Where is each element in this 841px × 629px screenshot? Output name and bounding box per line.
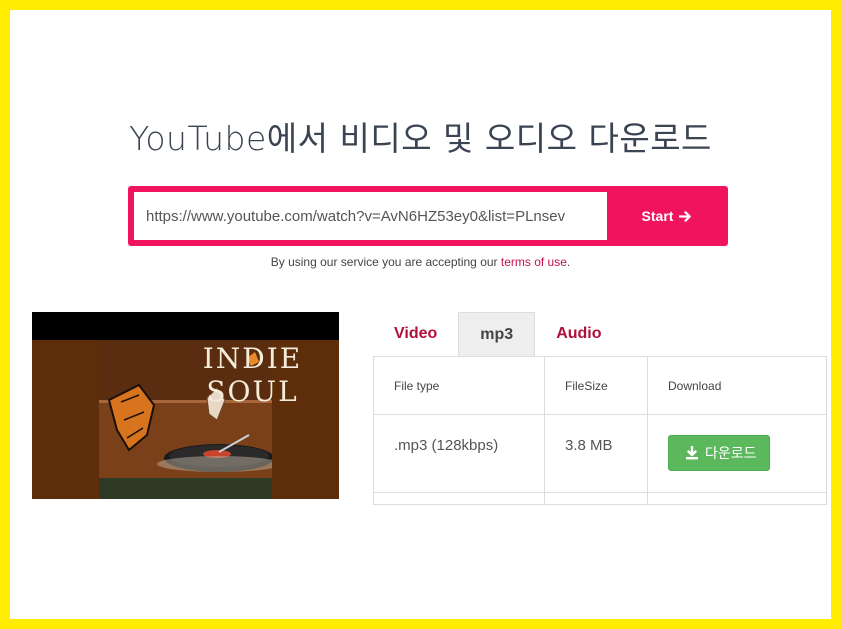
download-icon bbox=[686, 446, 698, 460]
start-button[interactable]: Start bbox=[612, 192, 722, 240]
album-cover: INDIE SOUL bbox=[99, 340, 300, 499]
table-row: .mp3 (128kbps) 3.8 MB 다운로드 bbox=[373, 414, 827, 493]
cell-download: 다운로드 bbox=[647, 414, 827, 493]
page-title: YouTube에서 비디오 및 오디오 다운로드 bbox=[129, 119, 712, 158]
arrow-right-icon bbox=[679, 210, 692, 222]
download-button[interactable]: 다운로드 bbox=[668, 435, 770, 471]
url-input[interactable] bbox=[134, 192, 607, 240]
header-download: Download bbox=[647, 356, 827, 415]
tab-mp3[interactable]: mp3 bbox=[458, 312, 536, 356]
page-frame: YouTube에서 비디오 및 오디오 다운로드 Start By using … bbox=[10, 10, 831, 619]
terms-notice: By using our service you are accepting o… bbox=[10, 255, 831, 269]
terms-suffix: . bbox=[566, 255, 571, 269]
download-button-label: 다운로드 bbox=[705, 446, 757, 462]
format-tabs: Video mp3 Audio bbox=[373, 312, 623, 356]
video-thumbnail[interactable]: INDIE SOUL bbox=[32, 312, 339, 499]
header-file-type: File type bbox=[373, 356, 545, 415]
file-table: File type FileSize Download .mp3 (128kbp… bbox=[373, 356, 827, 505]
cell-file-size: 3.8 MB bbox=[544, 414, 648, 493]
thumbnail-art: INDIE SOUL bbox=[32, 340, 339, 499]
start-button-label: Start bbox=[641, 208, 674, 224]
url-form: Start bbox=[128, 186, 728, 246]
cell-file-type: .mp3 (128kbps) bbox=[373, 414, 545, 493]
empty-cell bbox=[373, 492, 545, 505]
album-title: INDIE SOUL bbox=[202, 342, 303, 408]
header-file-size: FileSize bbox=[544, 356, 648, 415]
empty-cell bbox=[647, 492, 827, 505]
tab-audio[interactable]: Audio bbox=[535, 312, 622, 356]
tab-video[interactable]: Video bbox=[373, 312, 458, 356]
table-header-row: File type FileSize Download bbox=[373, 356, 827, 415]
empty-cell bbox=[544, 492, 648, 505]
terms-prefix: By using our service you are accepting o… bbox=[270, 255, 501, 269]
terms-of-use-link[interactable]: terms of use bbox=[501, 255, 567, 269]
table-row-empty bbox=[373, 492, 827, 505]
